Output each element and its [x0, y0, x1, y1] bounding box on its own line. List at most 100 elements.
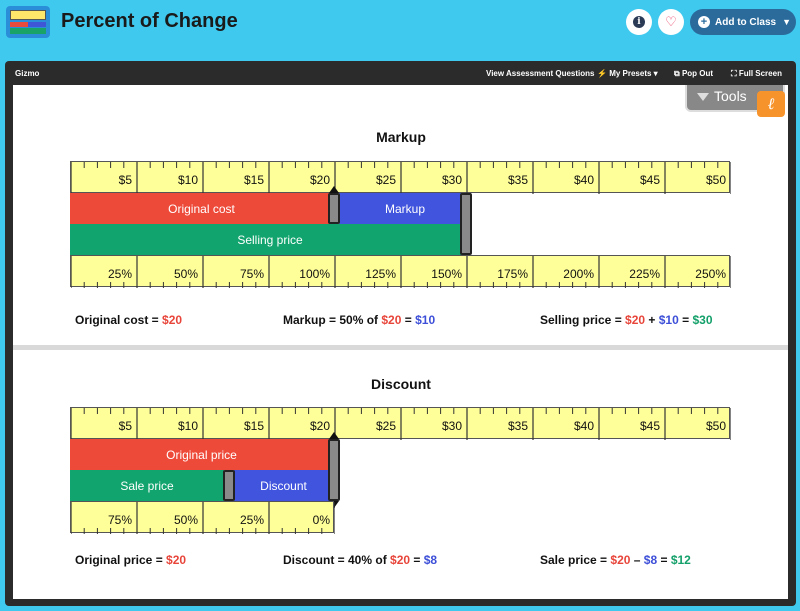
- gizmo-toolbar: Gizmo View Assessment Questions ⚡ My Pre…: [5, 61, 796, 85]
- tools-tab[interactable]: Tools ℓ: [685, 85, 785, 117]
- eq-symbol: –: [630, 553, 644, 567]
- discount-dollar-ruler: $5 $10 $15 $20 $25 $30 $35 $40 $45 $50: [70, 407, 731, 440]
- ruler-tick-label: $15: [243, 419, 264, 433]
- original-price-bar: Original price: [70, 439, 333, 470]
- eq-value: $20: [625, 313, 646, 327]
- markup-title: Markup: [376, 129, 426, 145]
- ruler-tick-label: 150%: [431, 267, 462, 281]
- sale-price-equation: Sale price = $20 – $8 = $12: [540, 553, 691, 567]
- selling-price-equation: Selling price = $20 + $10 = $30: [540, 313, 713, 327]
- plus-icon: +: [698, 16, 710, 28]
- ruler-tick-label: $10: [177, 419, 198, 433]
- discount-bar: Discount: [234, 470, 333, 501]
- eq-value: $20: [162, 313, 183, 327]
- section-divider: [13, 345, 788, 350]
- eq-value: $12: [670, 553, 691, 567]
- ruler-tick-label: $40: [573, 173, 594, 187]
- markup-dollar-ruler: $5 $10 $15 $20 $25 $30 $35 $40 $45 $50: [70, 161, 731, 194]
- ruler-tick-label: $20: [309, 419, 330, 433]
- ruler-tick-label: $25: [375, 173, 396, 187]
- eq-label: Original price =: [75, 553, 167, 567]
- arrow-up-icon: [329, 432, 339, 439]
- ruler-tick-label: 175%: [497, 267, 528, 281]
- my-presets-label: My Presets: [609, 69, 652, 78]
- full-screen-button[interactable]: ⛶ Full Screen: [731, 69, 782, 79]
- ruler-tick-label: $25: [375, 419, 396, 433]
- eq-label: Original cost =: [75, 313, 163, 327]
- ruler-tick-label: $35: [507, 419, 528, 433]
- ruler-tick-label: 200%: [563, 267, 594, 281]
- gizmo-label: Gizmo: [15, 69, 40, 78]
- ruler-tick-label: $35: [507, 173, 528, 187]
- ruler-tick-label: $5: [118, 419, 132, 433]
- ruler-tick-label: $50: [705, 419, 726, 433]
- discount-title: Discount: [371, 376, 431, 392]
- eq-value: $30: [692, 313, 713, 327]
- ruler-tick-label: 50%: [173, 513, 198, 527]
- arrow-up-icon: [329, 186, 339, 193]
- gizmo-frame: Gizmo View Assessment Questions ⚡ My Pre…: [5, 61, 796, 606]
- triangle-down-icon: [697, 93, 709, 101]
- eq-value: $20: [610, 553, 631, 567]
- original-cost-handle[interactable]: [328, 193, 340, 224]
- favorite-button[interactable]: ♡: [658, 9, 684, 35]
- eq-value: $20: [381, 313, 402, 327]
- discount-percent-ruler: 75% 50% 25% 0%: [70, 501, 335, 534]
- original-price-handle[interactable]: [328, 439, 340, 501]
- add-to-class-label: Add to Class: [715, 16, 777, 28]
- sale-price-handle[interactable]: [223, 470, 235, 501]
- info-icon: i: [633, 16, 645, 28]
- ruler-tick-label: 250%: [695, 267, 726, 281]
- app-header: Percent of Change i ♡ + Add to Class ▼: [0, 0, 800, 52]
- eq-symbol: =: [401, 313, 416, 327]
- ruler-tick-label: 125%: [365, 267, 396, 281]
- ruler-tick-label: $40: [573, 419, 594, 433]
- info-button[interactable]: i: [626, 9, 652, 35]
- ruler-tick-label: $5: [118, 173, 132, 187]
- add-to-class-button[interactable]: + Add to Class ▼: [690, 9, 796, 35]
- eq-label: Discount = 40% of: [283, 553, 391, 567]
- gizmo-logo: [6, 6, 50, 38]
- eq-label: Selling price =: [540, 313, 626, 327]
- ruler-tick-label: 75%: [107, 513, 132, 527]
- pop-out-button[interactable]: ⧉ Pop Out: [674, 69, 713, 79]
- selling-price-bar: Selling price: [70, 224, 470, 255]
- my-presets-button[interactable]: ⚡ My Presets ▾: [597, 69, 658, 78]
- selling-price-handle[interactable]: [460, 193, 472, 255]
- ruler-tick-label: 25%: [107, 267, 132, 281]
- eq-symbol: +: [645, 313, 659, 327]
- eq-label: Markup = 50% of: [283, 313, 382, 327]
- ruler-tick-label: $45: [639, 419, 660, 433]
- explore-learning-icon: ℓ: [757, 91, 785, 117]
- ruler-tick-label: $30: [441, 173, 462, 187]
- discount-equation: Discount = 40% of $20 = $8: [283, 553, 437, 567]
- ruler-tick-label: $45: [639, 173, 660, 187]
- original-price-equation: Original price = $20: [75, 553, 186, 567]
- markup-bar: Markup: [339, 193, 471, 224]
- ruler-tick-label: $30: [441, 419, 462, 433]
- markup-percent-ruler: 25% 50% 75% 100% 125% 150% 175% 200% 225% 250%: [70, 255, 731, 288]
- eq-symbol: =: [410, 553, 424, 567]
- page-title: Percent of Change: [61, 10, 238, 32]
- view-assessment-link[interactable]: View Assessment Questions: [486, 69, 595, 78]
- eq-value: $20: [390, 553, 411, 567]
- original-cost-bar: Original cost: [70, 193, 333, 224]
- gizmo-stage: Tools ℓ Markup $5 $10 $15 $20 $25 $30 $35 $40 $4…: [13, 85, 788, 599]
- ruler-tick-label: $20: [309, 173, 330, 187]
- full-screen-label: Full Screen: [738, 69, 782, 78]
- ruler-tick-label: 25%: [239, 513, 264, 527]
- original-cost-equation: Original cost = $20: [75, 313, 182, 327]
- eq-label: Sale price =: [540, 553, 611, 567]
- ruler-tick-label: 100%: [299, 267, 330, 281]
- eq-value: $10: [415, 313, 436, 327]
- eq-symbol: =: [657, 553, 671, 567]
- chevron-down-icon: ▼: [782, 17, 792, 27]
- eq-symbol: =: [678, 313, 693, 327]
- heart-icon: ♡: [665, 14, 677, 29]
- eq-value: $20: [166, 553, 187, 567]
- ruler-tick-label: $15: [243, 173, 264, 187]
- markup-equation: Markup = 50% of $20 = $10: [283, 313, 435, 327]
- ruler-tick-label: 75%: [239, 267, 264, 281]
- sale-price-bar: Sale price: [70, 470, 224, 501]
- ruler-tick-label: $10: [177, 173, 198, 187]
